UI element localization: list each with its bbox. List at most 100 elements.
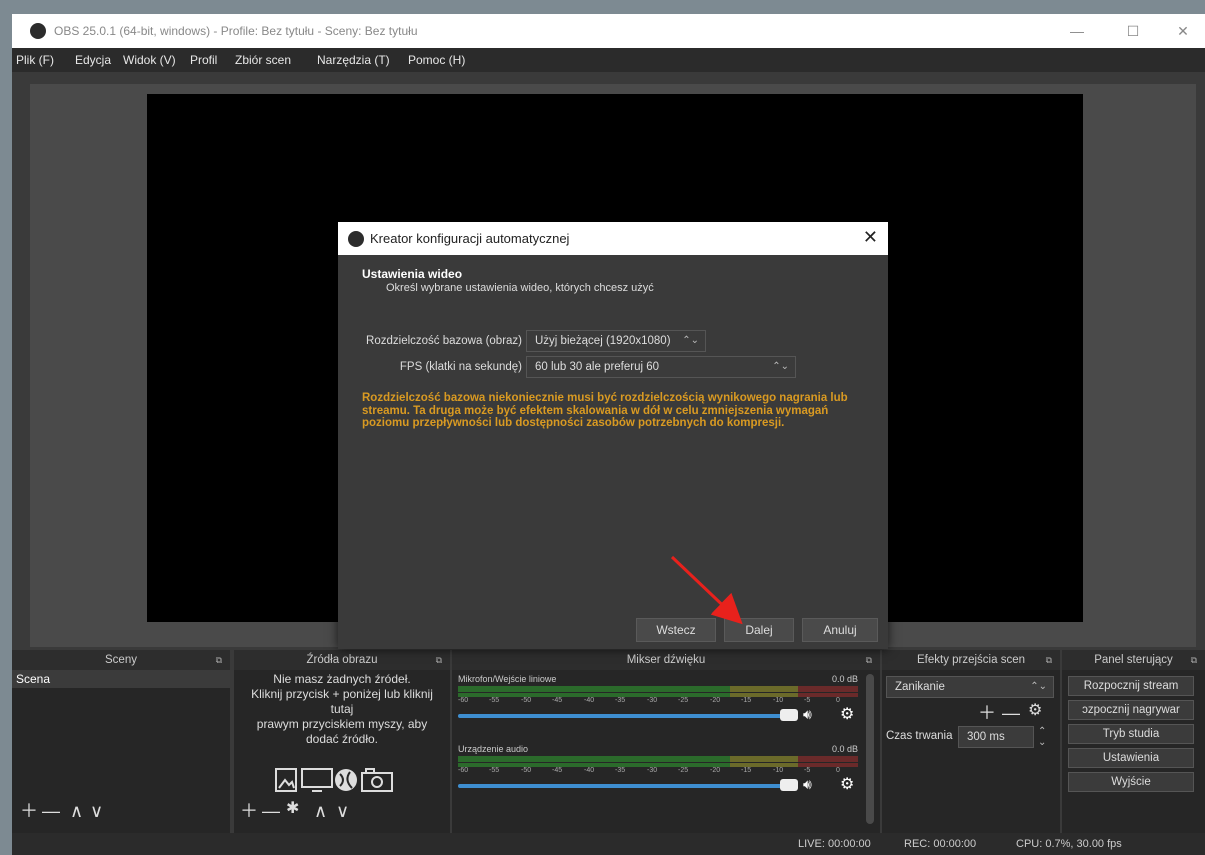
back-button[interactable]: Wstecz [636,618,716,642]
controls-title: Panel sterujący [1094,654,1173,666]
remove-transition-button[interactable]: — [1002,704,1020,722]
controls-dock: Rozpocznij stream ɔzpocznij nagrywar Try… [1062,670,1205,833]
mixer-title: Mikser dźwięku [626,654,706,666]
next-button[interactable]: Dalej [724,618,794,642]
sources-dock: Nie masz żadnych źródeł. Kliknij przycis… [234,670,450,833]
section-header: Ustawienia wideo [362,267,463,281]
live-status: LIVE: 00:00:00 [798,838,871,850]
studio-mode-button[interactable]: Tryb studia [1068,724,1194,744]
remove-scene-button[interactable]: — [42,802,60,820]
add-source-button[interactable]: ＋ [240,802,258,820]
image-icon [275,768,297,792]
float-icon[interactable]: ⧉ [1046,650,1052,670]
resolution-warning: Rozdzielczość bazowa niekoniecznie musi … [362,392,848,429]
obs-logo-icon [30,23,46,39]
channel-name: Urządzenie audio [458,744,529,754]
volume-slider[interactable] [458,714,788,718]
transitions-dock: Zanikanie ⌃⌄ ＋ — ⚙ Czas trwania 300 ms ⌃ ⌄ [882,670,1060,833]
rec-status: REC: 00:00:00 [904,838,977,850]
title-bar: OBS 25.0.1 (64-bit, windows) - Profile: … [12,14,1205,48]
float-icon[interactable]: ⧉ [866,650,872,670]
minimize-button[interactable]: — [1062,20,1092,42]
channel-name: Mikrofon/Wejście liniowe [458,674,557,684]
maximize-button[interactable]: ☐ [1118,20,1148,42]
fps-select[interactable]: 60 lub 30 ale preferuj 60 ⌃⌄ [526,356,796,378]
dialog-title: Kreator konfiguracji automatycznej [370,231,570,246]
add-transition-button[interactable]: ＋ [978,704,996,722]
menu-scene-collection[interactable]: Zbiór scen [235,53,291,67]
transition-gear-icon[interactable]: ⚙ [1028,702,1042,720]
transitions-title: Efekty przejścia scen [916,654,1025,666]
source-properties-gear-icon[interactable]: ✱ [286,800,299,818]
auto-config-dialog: Kreator konfiguracji automatycznej ✕ Ust… [338,222,888,649]
speaker-icon[interactable]: 🔊︎ [803,706,812,723]
scenes-dock: Scena ＋ — ∧ ∨ [12,670,230,833]
volume-slider-handle[interactable] [780,779,798,791]
menu-edit[interactable]: Edycja [75,53,111,67]
mixer-channel-mic: Mikrofon/Wejście liniowe 0.0 dB -60 -55 -5… [458,674,858,744]
speaker-icon[interactable]: 🔊︎ [803,776,812,793]
menu-profile[interactable]: Profil [190,53,217,67]
move-down-icon[interactable]: ∨ [336,802,349,820]
mixer-channel-desktop: Urządzenie audio 0.0 dB -60 -55 -50 -45 -40-… [458,744,858,814]
mixer-dock: Mikrofon/Wejście liniowe 0.0 dB -60 -55 -5… [452,670,880,833]
menu-tools[interactable]: Narzędzia (T) [317,53,390,67]
move-down-icon[interactable]: ∨ [90,802,103,820]
spinner-icon: ⌃⌄ [772,361,789,372]
menu-view[interactable]: Widok (V) [123,53,176,67]
display-icon [301,768,333,792]
empty-sources-message: Nie masz żadnych źródeł. Kliknij przycis… [251,672,433,746]
volume-slider[interactable] [458,784,788,788]
float-icon[interactable]: ⧉ [216,650,222,670]
fps-label: FPS (klatki na sekundę) [399,361,522,373]
scenes-title: Sceny [105,654,137,666]
volume-meter [458,686,858,692]
menu-bar: Plik (F) Edycja Widok (V) Profil Zbiór s… [12,48,1205,72]
start-stream-button[interactable]: Rozpocznij stream [1068,676,1194,696]
transitions-dock-title: Efekty przejścia scen ⧉ [882,650,1060,670]
duration-spinner-icon[interactable]: ⌃ ⌄ [1038,726,1046,748]
transition-select[interactable]: Zanikanie ⌃⌄ [886,676,1054,698]
volume-meter [458,756,858,762]
spinner-icon: ⌃⌄ [1030,681,1047,692]
dialog-title-bar: Kreator konfiguracji automatycznej ✕ [338,222,888,255]
gear-icon[interactable]: ⚙ [840,704,854,724]
scene-item[interactable]: Scena [12,670,230,688]
status-bar: LIVE: 00:00:00 REC: 00:00:00 CPU: 0.7%, … [12,833,1205,855]
cpu-status: CPU: 0.7%, 30.00 fps [1016,838,1122,850]
mixer-scrollbar[interactable] [866,674,874,824]
move-up-icon[interactable]: ∧ [70,802,83,820]
dialog-body: Ustawienia wideo Określ wybrane ustawien… [340,255,886,647]
menu-file[interactable]: Plik (F) [16,53,54,67]
remove-source-button[interactable]: — [262,802,280,820]
close-icon[interactable]: ✕ [863,227,878,248]
sources-title: Źródła obrazu [306,654,378,666]
mixer-dock-title: Mikser dźwięku ⧉ [452,650,880,670]
float-icon[interactable]: ⧉ [436,650,442,670]
obs-logo-icon [348,231,364,247]
spinner-icon: ⌃⌄ [682,335,699,346]
meter-ticks: -60 -55 -50 -45 -40 -35 -30 -25 -20 -15 -10 -5 0 [458,767,840,774]
gear-icon[interactable]: ⚙ [840,774,854,794]
source-type-icons [275,768,393,792]
close-button[interactable]: ✕ [1168,20,1198,42]
resolution-label: Rozdzielczość bazowa (obraz) [366,335,522,347]
camera-icon [361,768,393,792]
scenes-dock-title: Sceny ⧉ [12,650,230,670]
resolution-select[interactable]: Użyj bieżącej (1920x1080) ⌃⌄ [526,330,706,352]
move-up-icon[interactable]: ∧ [314,802,327,820]
cancel-button[interactable]: Anuluj [802,618,878,642]
start-recording-button[interactable]: ɔzpocznij nagrywar [1068,700,1194,720]
section-subheader: Określ wybrane ustawienia wideo, których… [386,282,654,294]
exit-button[interactable]: Wyjście [1068,772,1194,792]
volume-slider-handle[interactable] [780,709,798,721]
menu-help[interactable]: Pomoc (H) [408,53,465,67]
controls-dock-title: Panel sterujący ⧉ [1062,650,1205,670]
settings-button[interactable]: Ustawienia [1068,748,1194,768]
duration-input[interactable]: 300 ms [958,726,1034,748]
channel-db: 0.0 dB [831,744,858,754]
globe-icon [335,769,357,791]
float-icon[interactable]: ⧉ [1191,650,1197,670]
add-scene-button[interactable]: ＋ [20,802,38,820]
channel-db: 0.0 dB [831,674,858,684]
